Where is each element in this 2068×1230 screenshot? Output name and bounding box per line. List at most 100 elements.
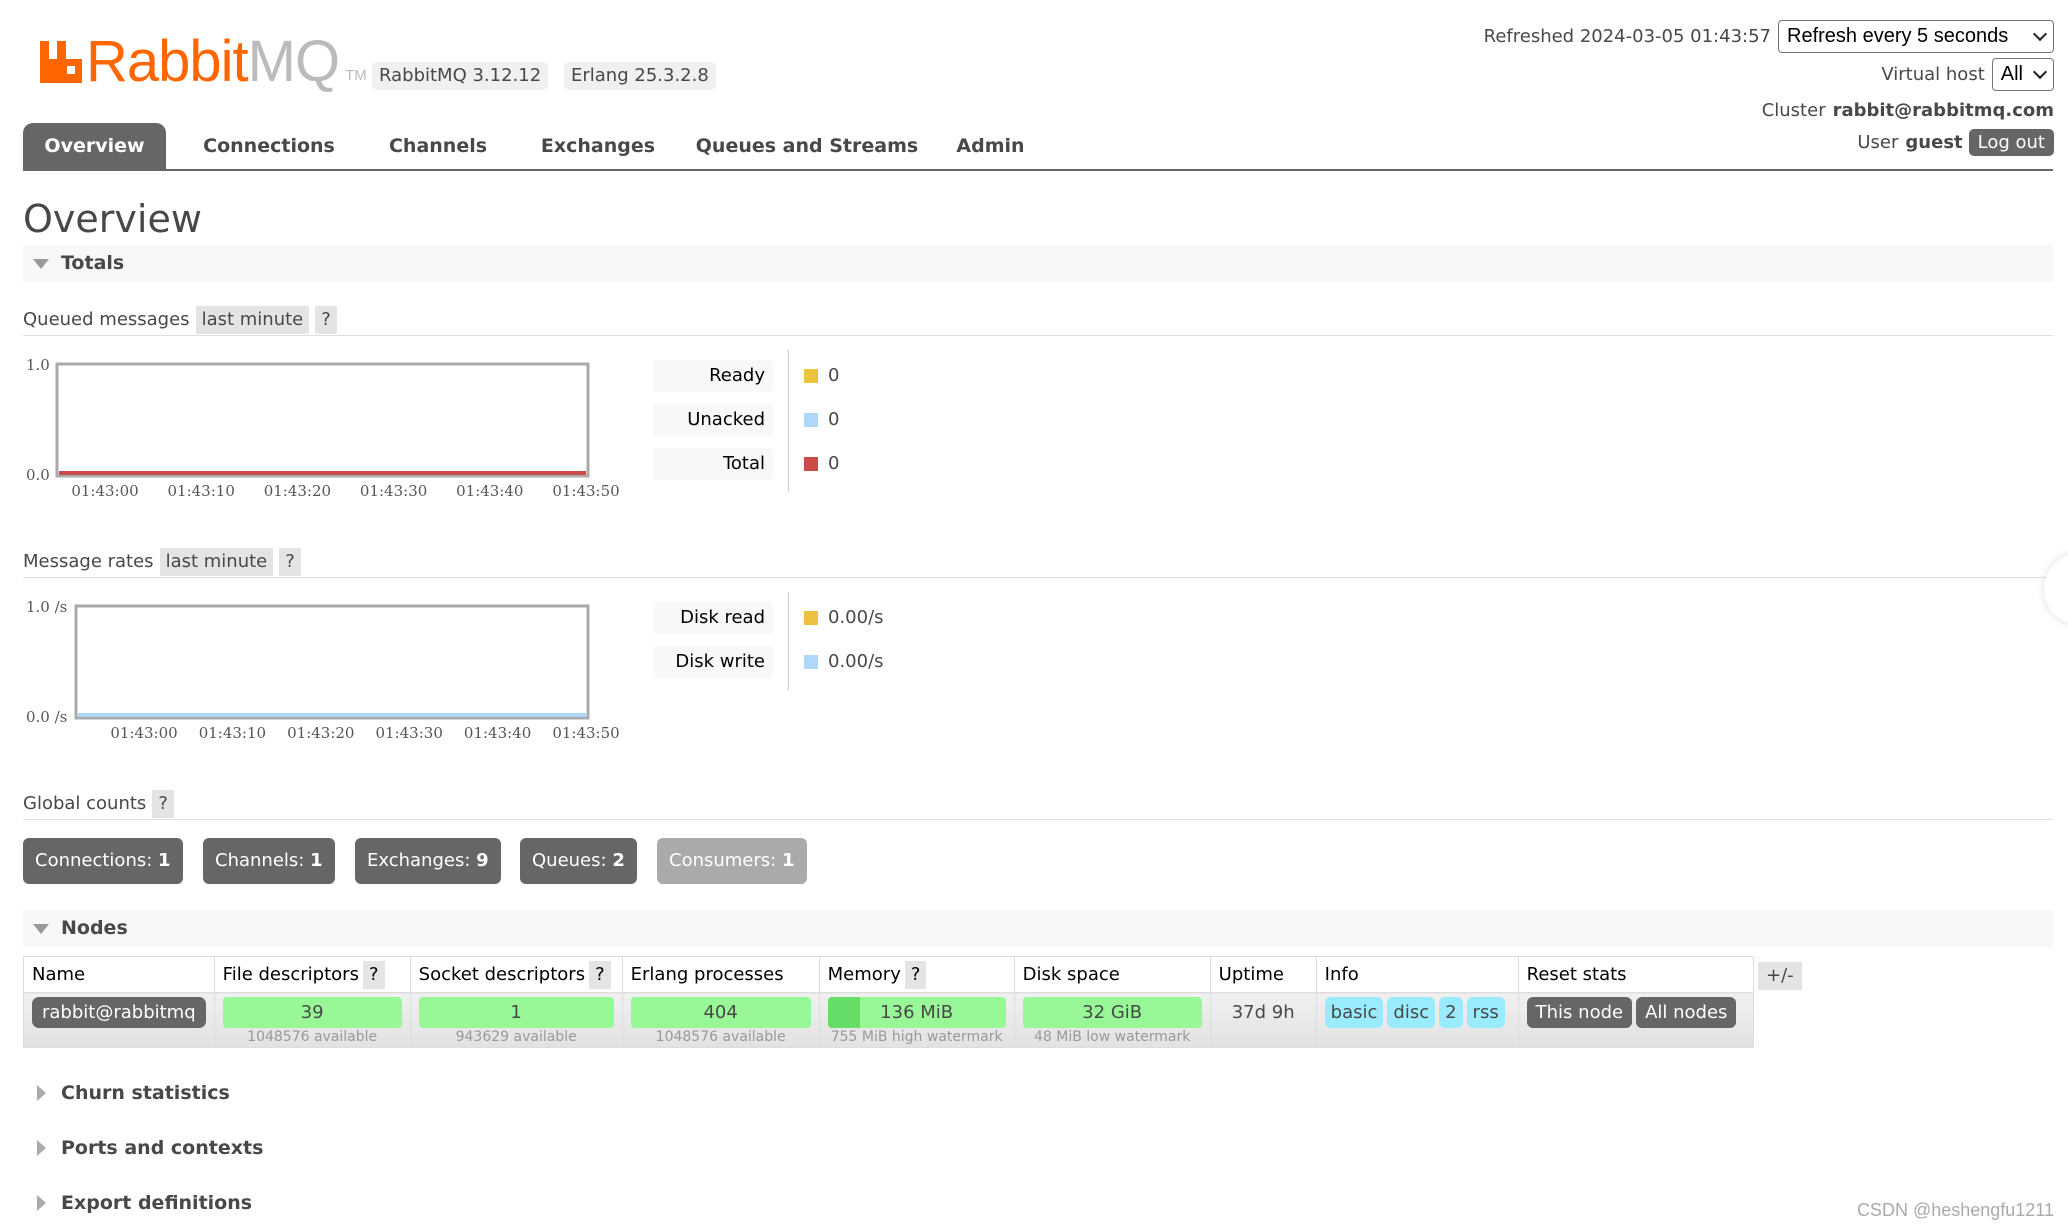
nodes-table-header: Name File descriptors? Socket descriptor… xyxy=(23,956,1754,993)
x-tick-label: 01:43:40 xyxy=(456,482,523,500)
expand-triangle-icon xyxy=(37,1085,46,1101)
col-label: Socket descriptors xyxy=(418,963,586,985)
count-value: 1 xyxy=(158,850,171,871)
section-title: Ports and contexts xyxy=(61,1137,264,1159)
help-button[interactable]: ? xyxy=(362,960,385,989)
toggle-columns-button[interactable]: +/- xyxy=(1758,962,1802,990)
info-tag-cores: 2 xyxy=(1439,997,1463,1028)
nodes-title: Nodes xyxy=(61,917,128,939)
count-label: Channels: xyxy=(215,850,305,871)
disk-space-watermark: 48 MiB low watermark xyxy=(1033,1029,1191,1045)
y-tick-label: 1.0 xyxy=(26,356,50,374)
y-tick-label: 0.0 /s xyxy=(26,708,67,726)
legend-value-text: 0.00/s xyxy=(828,651,884,672)
x-tick-label: 01:43:40 xyxy=(464,724,531,742)
queues-count-button[interactable]: Queues: 2 xyxy=(520,838,637,884)
info-tag-rss: rss xyxy=(1466,997,1505,1028)
cell-file-descriptors: 39 1048576 available xyxy=(213,992,411,1048)
expand-triangle-icon xyxy=(37,1195,46,1211)
reset-this-node-button[interactable]: This node xyxy=(1526,997,1633,1028)
refresh-interval-select[interactable]: Refresh every 5 seconds xyxy=(1778,19,2054,53)
collapse-triangle-icon xyxy=(33,259,49,269)
exchanges-count-button[interactable]: Exchanges: 9 xyxy=(355,838,501,884)
page-title: Overview xyxy=(23,197,202,241)
queued-messages-chart: 1.0 0.0 01:43:00 01:43:10 01:43:20 01:43:30 01… xyxy=(26,356,620,500)
info-tag-basic: basic xyxy=(1324,997,1384,1028)
node-name-link[interactable]: rabbit@rabbitmq xyxy=(32,997,206,1028)
totals-title: Totals xyxy=(61,252,125,274)
x-tick-label: 01:43:30 xyxy=(376,724,443,742)
col-label: Erlang processes xyxy=(630,964,784,985)
cell-uptime: 37d 9h xyxy=(1209,992,1317,1048)
legend-swatch xyxy=(804,655,818,669)
rates-range-selector[interactable]: last minute xyxy=(159,547,274,576)
rabbitmq-logo: Rabbit MQ TM xyxy=(40,29,367,94)
col-uptime: Uptime xyxy=(1209,956,1317,993)
queued-messages-label: Queued messages xyxy=(23,309,190,330)
main-nav-tabs: Overview Connections Channels Exchanges … xyxy=(23,123,2053,171)
global-counts-header: Global counts ? xyxy=(23,788,2053,820)
virtual-host-select[interactable]: All xyxy=(1991,57,2054,91)
channels-count-button[interactable]: Channels: 1 xyxy=(203,838,335,884)
bar-value: 39 xyxy=(300,1002,324,1023)
cell-disk-space: 32 GiB 48 MiB low watermark xyxy=(1013,992,1211,1048)
uptime-value: 37d 9h xyxy=(1231,1002,1295,1023)
chevron-down-icon xyxy=(2032,64,2048,79)
legend-value: 0 xyxy=(804,360,839,392)
rates-help-button[interactable]: ? xyxy=(279,547,301,576)
col-label: Uptime xyxy=(1218,964,1284,985)
legend-value: 0.00/s xyxy=(804,646,884,678)
chevron-down-icon xyxy=(2032,26,2048,41)
legend-value: 0 xyxy=(804,448,839,480)
tab-overview[interactable]: Overview xyxy=(23,123,166,169)
help-button[interactable]: ? xyxy=(589,960,611,989)
erlang-processes-available: 1048576 available xyxy=(655,1029,786,1045)
count-label: Queues: xyxy=(532,850,607,871)
count-value: 9 xyxy=(476,850,489,871)
rabbitmq-version-badge: RabbitMQ 3.12.12 xyxy=(372,62,549,90)
tab-channels[interactable]: Channels xyxy=(373,123,503,169)
totals-section-header[interactable]: Totals xyxy=(23,245,2053,282)
nodes-table: Name File descriptors? Socket descriptor… xyxy=(23,956,1754,1048)
x-tick-label: 01:43:20 xyxy=(287,724,354,742)
count-value: 1 xyxy=(781,850,795,871)
legend-divider xyxy=(788,592,789,690)
bar-value: 404 xyxy=(703,1002,738,1023)
table-row: rabbit@rabbitmq 39 1048576 available 1 9… xyxy=(23,992,1754,1048)
bar-value: 32 GiB xyxy=(1082,1002,1143,1023)
connections-count-button[interactable]: Connections: 1 xyxy=(23,838,183,884)
legend-swatch xyxy=(804,369,818,383)
queued-help-button[interactable]: ? xyxy=(315,305,337,334)
tab-admin[interactable]: Admin xyxy=(943,123,1038,169)
cell-reset-stats: This node All nodes xyxy=(1517,992,1754,1048)
x-tick-label: 01:43:00 xyxy=(110,724,177,742)
memory-bar-fill xyxy=(827,997,860,1028)
col-erlang-processes: Erlang processes xyxy=(621,956,820,993)
tab-connections[interactable]: Connections xyxy=(189,123,349,169)
queued-range-selector[interactable]: last minute xyxy=(195,305,310,334)
col-label: Info xyxy=(1324,964,1359,985)
memory-watermark: 755 MiB high watermark xyxy=(830,1029,1003,1045)
nodes-section-header[interactable]: Nodes xyxy=(23,910,2053,947)
global-counts-help-button[interactable]: ? xyxy=(152,789,174,818)
erlang-version-badge: Erlang 25.3.2.8 xyxy=(564,62,716,90)
cell-socket-descriptors: 1 943629 available xyxy=(409,992,623,1048)
reset-all-nodes-button[interactable]: All nodes xyxy=(1636,997,1737,1028)
y-tick-label: 1.0 /s xyxy=(26,598,67,616)
consumers-count-button[interactable]: Consumers: 1 xyxy=(657,838,807,884)
legend-value-text: 0.00/s xyxy=(828,607,884,628)
count-label: Connections: xyxy=(35,850,153,871)
tab-queues-and-streams[interactable]: Queues and Streams xyxy=(687,123,927,169)
section-title: Churn statistics xyxy=(61,1082,230,1104)
count-label: Exchanges: xyxy=(367,850,471,871)
message-rates-chart: 1.0 /s 0.0 /s 01:43:00 01:43:10 01:43:20 01:4… xyxy=(26,598,620,742)
cell-info: basic disc 2 rss xyxy=(1315,992,1519,1048)
logo-suffix-text: MQ xyxy=(247,29,340,94)
help-button[interactable]: ? xyxy=(904,960,927,989)
refreshed-timestamp: Refreshed 2024-03-05 01:43:57 xyxy=(1483,25,1771,47)
plot-frame xyxy=(74,604,590,720)
col-label: File descriptors xyxy=(222,963,359,985)
tab-exchanges[interactable]: Exchanges xyxy=(523,123,673,169)
section-title: Export definitions xyxy=(61,1192,253,1214)
col-disk-space: Disk space xyxy=(1013,956,1211,993)
